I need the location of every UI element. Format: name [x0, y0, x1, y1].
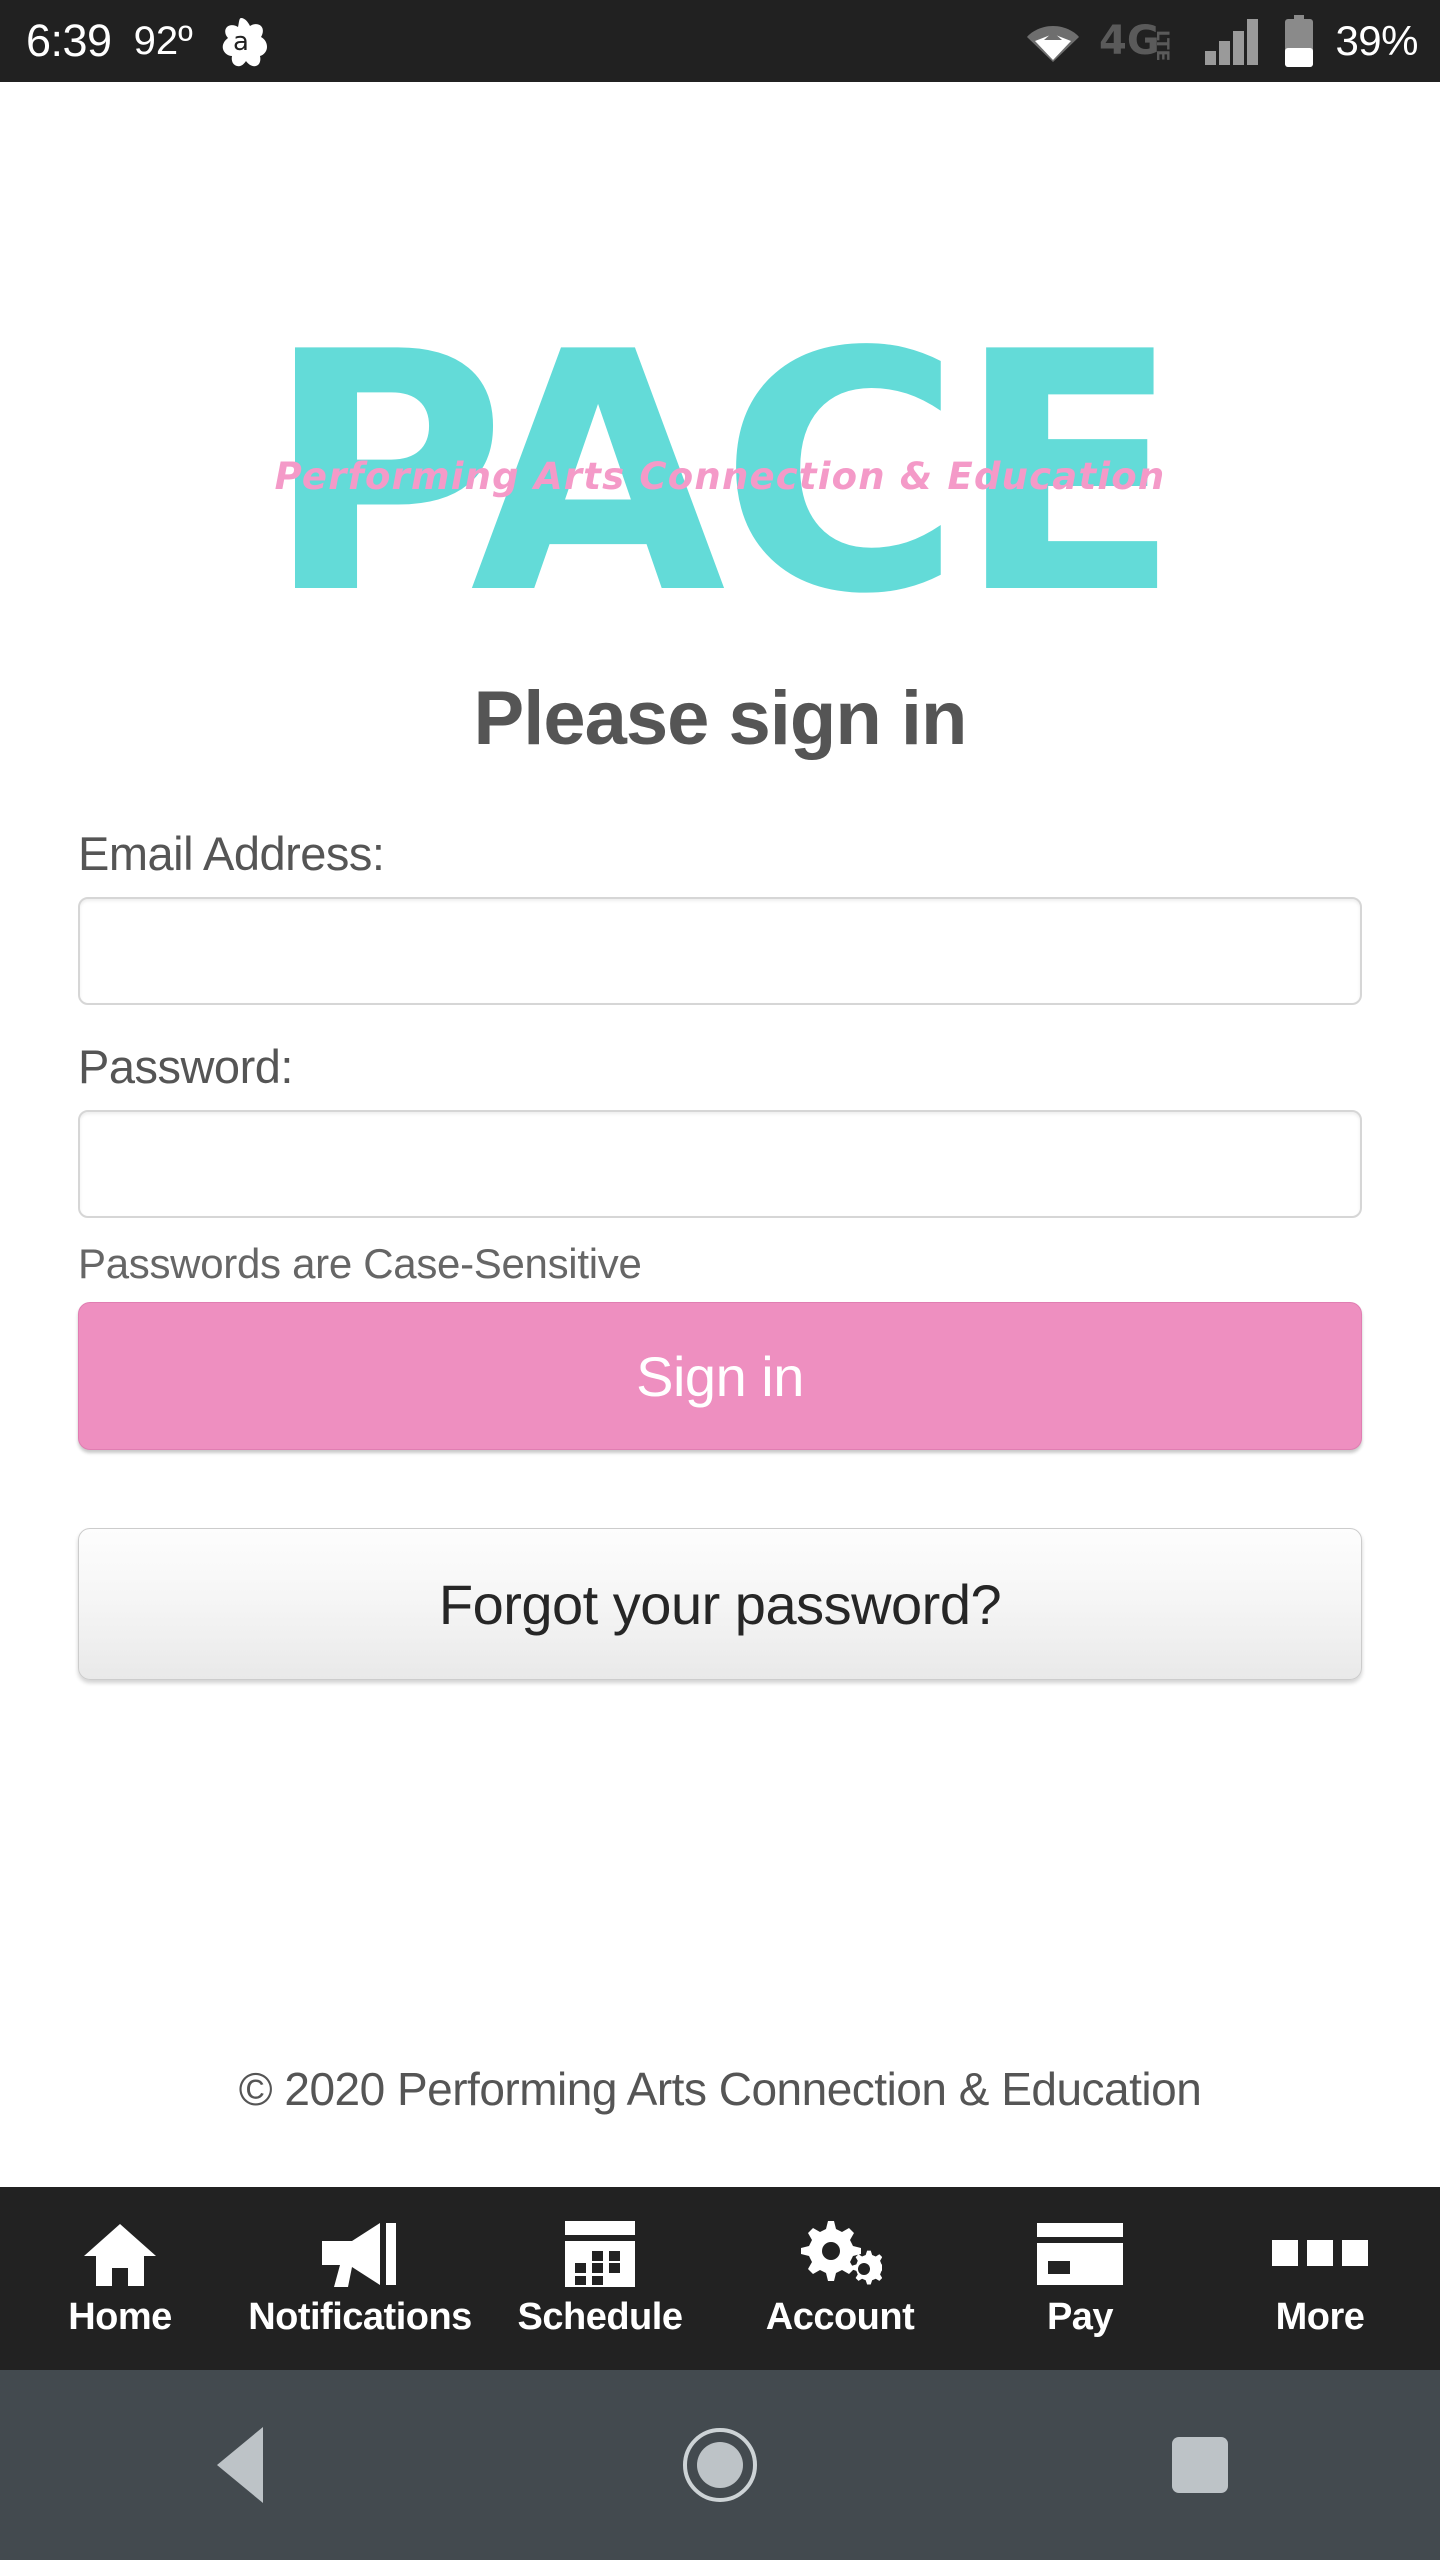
copyright-text: © 2020 Performing Arts Connection & Educ… [238, 2063, 1202, 2115]
nav-item-more[interactable]: More [1200, 2187, 1440, 2370]
forgot-password-button[interactable]: Forgot your password? [78, 1528, 1362, 1680]
svg-text:4G: 4G [1099, 18, 1160, 64]
status-bar-temperature: 92º [133, 18, 193, 63]
login-form: Email Address: Password: Passwords are C… [0, 826, 1440, 1680]
nav-label-home: Home [68, 2296, 172, 2338]
password-label: Password: [78, 1040, 293, 1093]
email-label: Email Address: [78, 827, 385, 880]
back-triangle-icon [217, 2427, 263, 2503]
password-input[interactable] [78, 1110, 1362, 1218]
gears-icon [798, 2218, 882, 2290]
status-bar: 6:39 92º a 4G LTE 39% [0, 0, 1440, 82]
password-field-group: Password: [78, 1039, 1362, 1218]
svg-text:a: a [233, 27, 249, 57]
nav-item-notifications[interactable]: Notifications [240, 2187, 480, 2370]
network-type-icon: 4G LTE [1099, 18, 1185, 64]
email-field-group: Email Address: [78, 826, 1362, 1005]
bottom-navigation-bar: Home Notifications Schedule Account Pay … [0, 2187, 1440, 2370]
system-recents-button[interactable] [960, 2370, 1440, 2560]
battery-percent-label: 39% [1335, 17, 1418, 64]
signal-bars-icon [1205, 17, 1263, 65]
svg-text:LTE: LTE [1152, 30, 1172, 61]
sign-in-button[interactable]: Sign in [78, 1302, 1362, 1450]
status-bar-right: 4G LTE 39% [1027, 15, 1418, 67]
nav-item-account[interactable]: Account [720, 2187, 960, 2370]
case-sensitive-note: Passwords are Case-Sensitive [78, 1240, 642, 1287]
avast-icon: a [215, 15, 267, 67]
nav-label-notifications: Notifications [248, 2296, 472, 2338]
nav-item-schedule[interactable]: Schedule [480, 2187, 720, 2370]
megaphone-icon [318, 2218, 402, 2290]
page-content: PACE Performing Arts Connection & Educat… [0, 82, 1440, 2187]
nav-item-home[interactable]: Home [0, 2187, 240, 2370]
credit-card-icon [1035, 2218, 1125, 2290]
nav-label-pay: Pay [1046, 2296, 1114, 2338]
status-bar-clock: 6:39 [26, 15, 112, 66]
page-title: Please sign in [473, 676, 968, 761]
wifi-icon [1027, 20, 1080, 62]
nav-label-more: More [1275, 2296, 1365, 2338]
home-icon [82, 2218, 158, 2290]
system-back-button[interactable] [0, 2370, 480, 2560]
pace-logo: PACE Performing Arts Connection & Educat… [235, 309, 1205, 641]
nav-item-pay[interactable]: Pay [960, 2187, 1200, 2370]
battery-icon [1283, 15, 1315, 67]
status-bar-left: 6:39 92º a [26, 15, 267, 67]
email-input[interactable] [78, 897, 1362, 1005]
logo-tagline: Performing Arts Connection & Education [274, 455, 1166, 498]
system-home-button[interactable] [480, 2370, 960, 2560]
nav-label-schedule: Schedule [517, 2296, 683, 2338]
recents-square-icon [1172, 2437, 1228, 2493]
home-circle-icon [683, 2428, 757, 2502]
nav-label-account: Account [765, 2296, 915, 2338]
android-system-nav [0, 2370, 1440, 2560]
three-squares-icon [1272, 2218, 1368, 2290]
calendar-icon [563, 2218, 637, 2290]
